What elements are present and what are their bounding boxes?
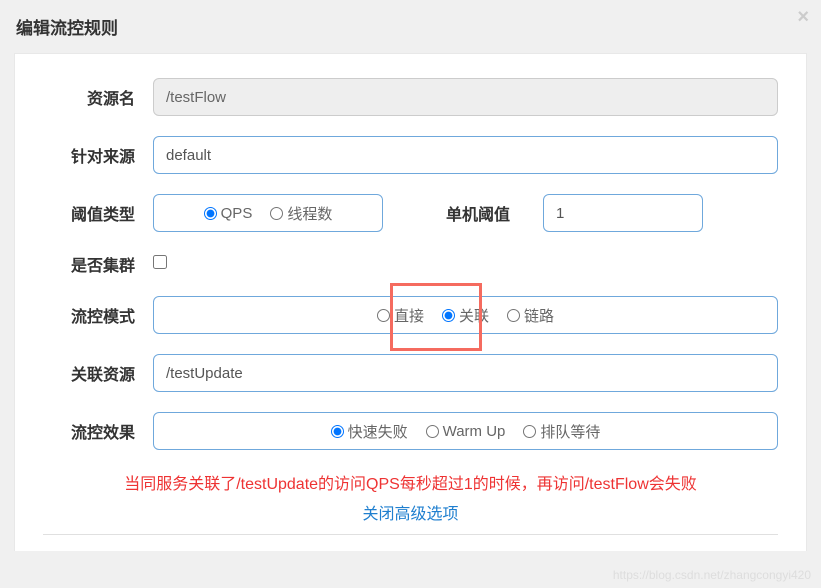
label-cluster: 是否集群 bbox=[43, 252, 153, 276]
radio-fast-label: 快速失败 bbox=[348, 421, 408, 442]
row-effect: 流控效果 快速失败 Warm Up 排队等待 bbox=[43, 412, 778, 450]
radio-threads-input[interactable] bbox=[270, 207, 283, 220]
row-threshold-type: 阈值类型 QPS 线程数 单机阈值 bbox=[43, 194, 778, 232]
mode-group: 直接 关联 链路 bbox=[153, 296, 778, 334]
modal-body: 资源名 针对来源 阈值类型 QPS 线程数 单机阈值 是否集 bbox=[14, 53, 807, 551]
threshold-type-group: QPS 线程数 bbox=[153, 194, 383, 232]
divider bbox=[43, 534, 778, 535]
radio-direct-input[interactable] bbox=[377, 309, 390, 322]
radio-warmup[interactable]: Warm Up bbox=[426, 423, 506, 440]
label-relate-resource: 关联资源 bbox=[43, 361, 153, 385]
row-resource: 资源名 bbox=[43, 78, 778, 116]
radio-warmup-input[interactable] bbox=[426, 425, 439, 438]
radio-relate-label: 关联 bbox=[459, 305, 489, 326]
close-icon[interactable]: × bbox=[797, 6, 809, 29]
radio-fast-input[interactable] bbox=[331, 425, 344, 438]
label-threshold-type: 阈值类型 bbox=[43, 201, 153, 225]
radio-threads[interactable]: 线程数 bbox=[270, 203, 332, 224]
radio-queue-label: 排队等待 bbox=[540, 421, 600, 442]
radio-qps-label: QPS bbox=[221, 205, 253, 222]
input-relate-resource[interactable] bbox=[153, 354, 778, 392]
radio-threads-label: 线程数 bbox=[287, 203, 332, 224]
radio-warmup-label: Warm Up bbox=[443, 423, 506, 440]
radio-chain-input[interactable] bbox=[507, 309, 520, 322]
radio-direct-label: 直接 bbox=[394, 305, 424, 326]
close-advanced-link[interactable]: 关闭高级选项 bbox=[43, 500, 778, 524]
radio-direct[interactable]: 直接 bbox=[377, 305, 424, 326]
watermark: https://blog.csdn.net/zhangcongyi420 bbox=[613, 568, 811, 582]
annotation-note: 当同服务关联了/testUpdate的访问QPS每秒超过1的时候，再访问/tes… bbox=[43, 470, 778, 494]
input-source[interactable] bbox=[153, 136, 778, 174]
effect-group: 快速失败 Warm Up 排队等待 bbox=[153, 412, 778, 450]
row-mode: 流控模式 直接 关联 链路 bbox=[43, 296, 778, 334]
radio-relate-input[interactable] bbox=[442, 309, 455, 322]
radio-qps-input[interactable] bbox=[204, 207, 217, 220]
row-relate-resource: 关联资源 bbox=[43, 354, 778, 392]
radio-queue-input[interactable] bbox=[523, 425, 536, 438]
modal-container: 编辑流控规则 × 资源名 针对来源 阈值类型 QPS 线程数 bbox=[0, 0, 821, 588]
radio-queue[interactable]: 排队等待 bbox=[523, 421, 600, 442]
label-resource: 资源名 bbox=[43, 85, 153, 109]
checkbox-cluster[interactable] bbox=[153, 255, 167, 269]
row-cluster: 是否集群 bbox=[43, 252, 778, 276]
modal-title: 编辑流控规则 bbox=[16, 19, 118, 38]
label-source: 针对来源 bbox=[43, 143, 153, 167]
cluster-checkbox-wrap bbox=[153, 255, 778, 274]
radio-qps[interactable]: QPS bbox=[204, 205, 253, 222]
radio-relate[interactable]: 关联 bbox=[442, 305, 489, 326]
label-single-threshold: 单机阈值 bbox=[413, 201, 543, 225]
input-single-threshold[interactable] bbox=[543, 194, 703, 232]
radio-chain-label: 链路 bbox=[524, 305, 554, 326]
radio-fast[interactable]: 快速失败 bbox=[331, 421, 408, 442]
row-source: 针对来源 bbox=[43, 136, 778, 174]
label-mode: 流控模式 bbox=[43, 303, 153, 327]
modal-header: 编辑流控规则 × bbox=[0, 0, 821, 53]
input-resource bbox=[153, 78, 778, 116]
label-effect: 流控效果 bbox=[43, 419, 153, 443]
radio-chain[interactable]: 链路 bbox=[507, 305, 554, 326]
